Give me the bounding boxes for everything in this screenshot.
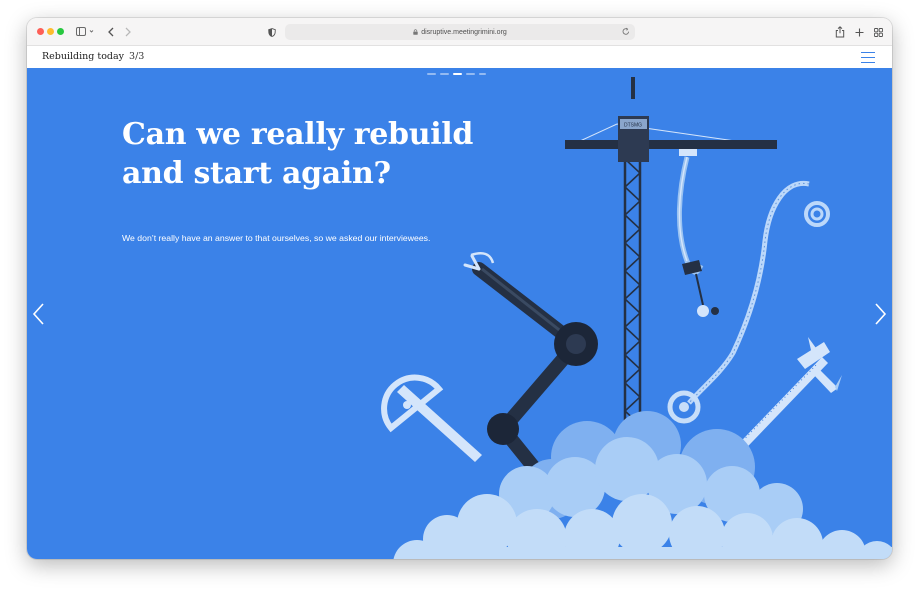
close-window-button[interactable] [37,28,44,35]
privacy-shield-button[interactable] [267,24,277,40]
previous-slide-button[interactable] [30,302,46,326]
plus-icon [855,28,863,36]
sidebar-toggle-button[interactable] [75,24,97,40]
sidebar-icon [76,27,94,36]
chevron-left-icon [108,27,114,37]
slide-subtitle: We don’t really have an answer to that o… [122,233,431,243]
slide-dot-active[interactable] [453,73,462,75]
slide-dots [427,73,486,77]
chevron-left-icon [32,303,44,325]
slide-counter: 3/3 [129,51,145,62]
browser-window: disruptive.meetingrimini.org Rebuilding … [27,18,892,559]
headline-line-2: and start again? [122,156,391,191]
site-title-text: Rebuilding today [42,51,125,62]
zoom-window-button[interactable] [57,28,64,35]
reload-icon[interactable] [622,27,630,36]
forward-button[interactable] [123,24,133,40]
new-tab-button[interactable] [853,24,865,40]
slide-dot[interactable] [440,73,449,75]
chevron-right-icon [125,27,131,37]
next-slide-button[interactable] [873,302,889,326]
headline-line-1: Can we really rebuild [122,117,474,152]
hamburger-menu-icon[interactable] [861,52,875,63]
minimize-window-button[interactable] [47,28,54,35]
shield-icon [268,27,276,37]
slide-dot[interactable] [466,73,475,75]
address-bar[interactable]: disruptive.meetingrimini.org [285,24,635,40]
back-button[interactable] [106,24,116,40]
chevron-right-icon [875,303,887,325]
crane-sign-text: DTSMG [624,123,642,129]
slide-headline: Can we really rebuild and start again? [122,115,502,193]
protractor-icon [381,374,482,462]
share-icon [835,26,845,38]
slide-dot[interactable] [479,73,486,75]
site-title[interactable]: Rebuilding today 3/3 [42,51,144,62]
clouds-icon [393,411,892,559]
tab-overview-button[interactable] [872,24,884,40]
share-button[interactable] [834,24,846,40]
lock-icon [413,29,418,35]
site-header: Rebuilding today 3/3 [27,46,892,69]
url-text: disruptive.meetingrimini.org [421,28,507,36]
tab-overview-icon [873,27,883,37]
slide: DTSMG Can we really rebuild and start ag… [27,69,892,559]
slide-dot[interactable] [427,73,436,75]
browser-toolbar: disruptive.meetingrimini.org [27,18,892,46]
